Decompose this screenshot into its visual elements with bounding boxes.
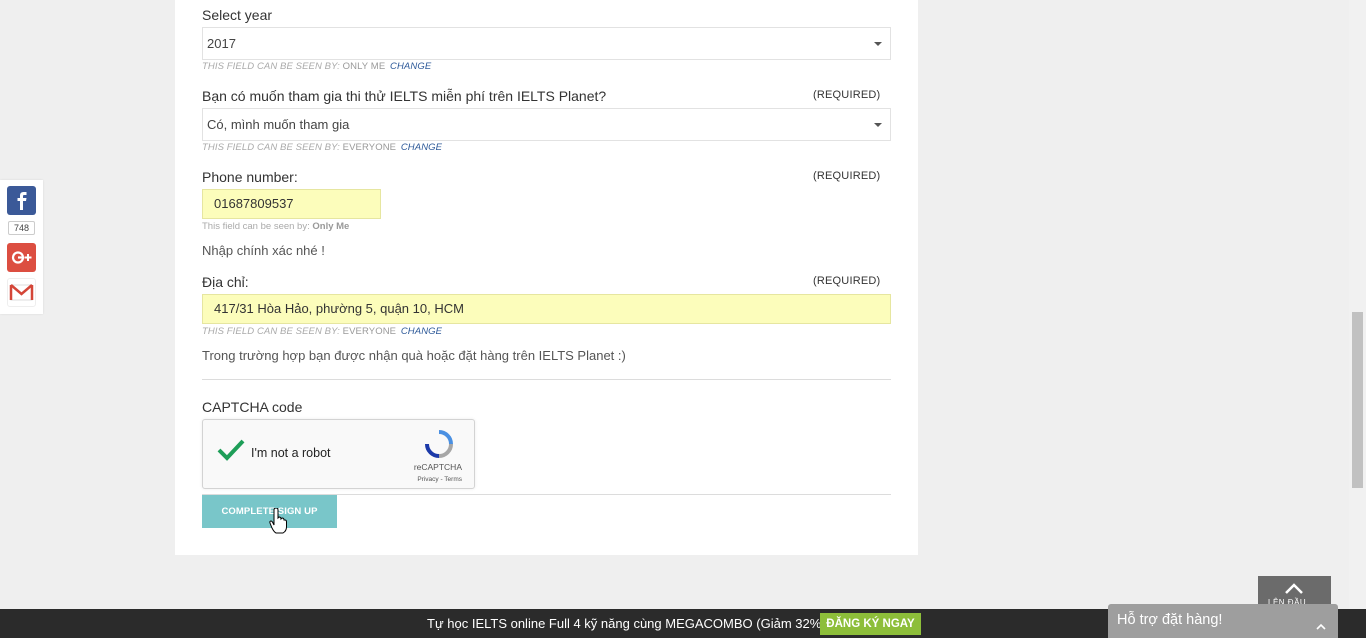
year-visibility: This field can be seen by: Only Me Chang… <box>202 61 431 72</box>
visibility-prefix: This field can be seen by: <box>202 221 310 232</box>
recaptcha-checkbox-text: I'm not a robot <box>251 446 331 460</box>
address-visibility-change-link[interactable]: Change <box>401 326 442 337</box>
recaptcha-logo-icon <box>424 429 454 464</box>
year-select[interactable]: 2017 <box>202 27 891 60</box>
visibility-who: Everyone <box>342 142 397 153</box>
free-test-select-value: Có, mình muốn tham gia <box>207 117 350 132</box>
address-input[interactable]: 417/31 Hòa Hảo, phường 5, quận 10, HCM <box>202 294 891 324</box>
visibility-prefix: This field can be seen by: <box>202 326 340 337</box>
year-label: Select year <box>202 7 273 23</box>
recaptcha-links[interactable]: Privacy - Terms <box>417 476 462 483</box>
chevron-up-icon <box>1285 583 1303 594</box>
register-now-button[interactable]: ĐĂNG KÝ NGAY <box>820 613 921 635</box>
visibility-who: Only Me <box>342 61 386 72</box>
divider <box>202 379 891 380</box>
order-support-chat[interactable]: Hỗ trợ đặt hàng! <box>1108 604 1338 638</box>
visibility-who: Everyone <box>342 326 397 337</box>
promo-text: Tự học IELTS online Full 4 kỹ năng cùng … <box>427 616 826 631</box>
year-select-value: 2017 <box>207 36 236 51</box>
chat-title: Hỗ trợ đặt hàng! <box>1117 612 1223 628</box>
chevron-down-icon <box>874 42 882 46</box>
visibility-prefix: This field can be seen by: <box>202 142 340 153</box>
free-test-visibility: This field can be seen by: Everyone Chan… <box>202 142 442 153</box>
address-visibility: This field can be seen by: Everyone Chan… <box>202 326 442 337</box>
free-test-required: (REQUIRED) <box>813 89 881 101</box>
vertical-scrollbar[interactable] <box>1349 0 1366 609</box>
free-test-select[interactable]: Có, mình muốn tham gia <box>202 108 891 141</box>
phone-hint: Nhập chính xác nhé ! <box>202 243 325 258</box>
facebook-icon[interactable] <box>7 186 36 215</box>
free-test-label: Bạn có muốn tham gia thi thử IELTS miễn … <box>202 88 607 104</box>
address-required: (REQUIRED) <box>813 275 881 287</box>
share-count: 748 <box>8 221 35 235</box>
free-test-visibility-change-link[interactable]: Change <box>401 142 442 153</box>
chevron-down-icon <box>874 123 882 127</box>
captcha-label: CAPTCHA code <box>202 399 303 415</box>
address-label: Địa chỉ: <box>202 274 249 290</box>
gmail-icon[interactable] <box>7 278 36 307</box>
year-visibility-change-link[interactable]: Change <box>390 61 431 72</box>
hand-cursor-icon <box>269 507 287 539</box>
social-share-bar: 748 <box>0 180 43 314</box>
recaptcha-brand: reCAPTCHA <box>413 462 462 472</box>
phone-visibility: This field can be seen by: Only Me <box>202 221 349 232</box>
visibility-prefix: This field can be seen by: <box>202 61 340 72</box>
address-hint: Trong trường hợp bạn được nhận quà hoặc … <box>202 348 626 363</box>
visibility-who: Only Me <box>312 221 350 232</box>
recaptcha-widget[interactable]: I'm not a robot reCAPTCHA Privacy - Term… <box>202 419 475 489</box>
phone-required: (REQUIRED) <box>813 170 881 182</box>
scrollbar-thumb[interactable] <box>1352 312 1363 488</box>
phone-label: Phone number: <box>202 169 298 185</box>
chevron-up-icon[interactable] <box>1316 617 1326 635</box>
phone-input[interactable]: 01687809537 <box>202 189 381 219</box>
checkmark-icon[interactable] <box>217 439 245 466</box>
google-plus-icon[interactable] <box>7 243 36 272</box>
